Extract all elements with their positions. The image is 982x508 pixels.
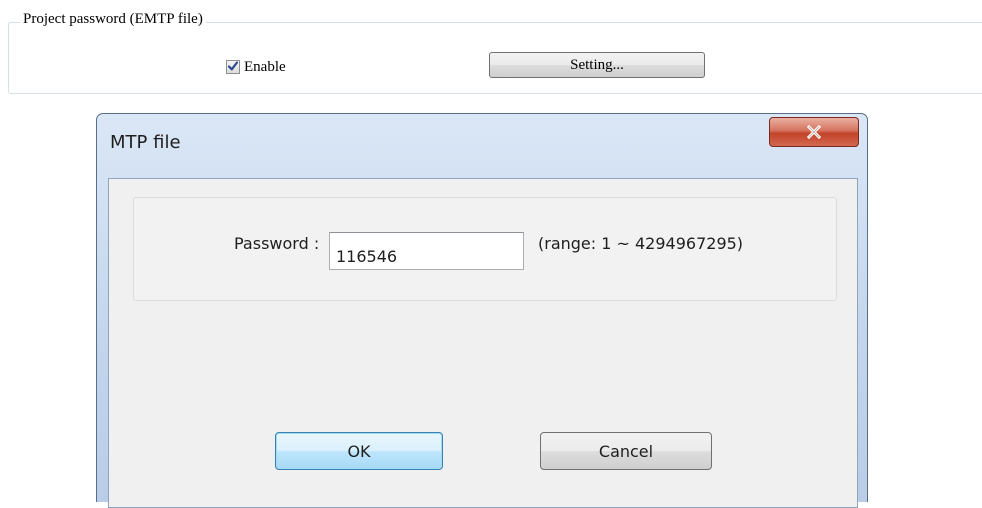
- password-panel: Password : (range: 1 ~ 4294967295): [133, 197, 837, 301]
- range-hint: (range: 1 ~ 4294967295): [538, 234, 744, 253]
- ok-button[interactable]: OK: [275, 432, 443, 470]
- dialog-title: MTP file: [110, 132, 181, 153]
- setting-button[interactable]: Setting...: [489, 52, 705, 78]
- cancel-button[interactable]: Cancel: [540, 432, 712, 470]
- mtp-file-dialog: MTP file Password : (range: 1 ~ 42949672…: [96, 113, 868, 508]
- password-label: Password :: [234, 234, 320, 253]
- dialog-client-area: Password : (range: 1 ~ 4294967295) OK Ca…: [108, 178, 858, 508]
- checkmark-icon: [227, 61, 239, 71]
- project-password-legend: Project password (EMTP file): [20, 11, 206, 28]
- enable-label: Enable: [244, 58, 286, 75]
- close-icon: [807, 125, 821, 139]
- enable-checkbox-row[interactable]: Enable: [226, 57, 286, 77]
- password-input[interactable]: [329, 232, 524, 270]
- close-button[interactable]: [769, 117, 859, 147]
- enable-checkbox[interactable]: [226, 60, 240, 74]
